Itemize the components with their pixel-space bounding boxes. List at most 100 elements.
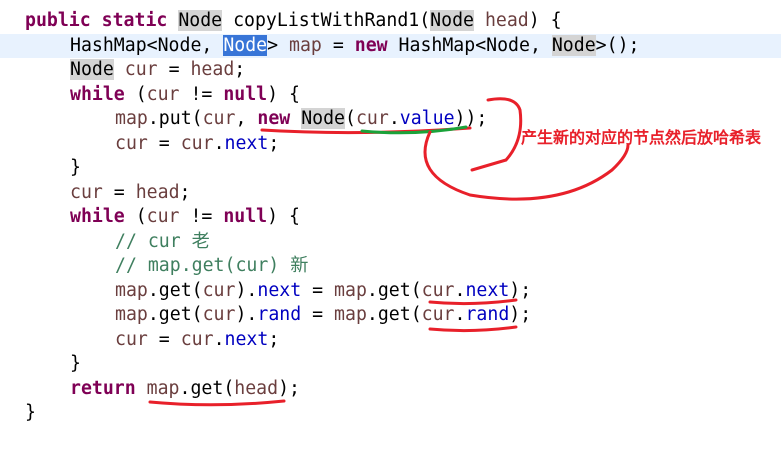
code-text: map.get(cur).rand = map.get(cur.rand); (115, 303, 531, 328)
code-token: copyListWithRand1( (222, 10, 431, 31)
code-line[interactable]: cur = cur.next; (0, 328, 781, 353)
code-token: ( (124, 83, 147, 105)
code-line[interactable]: cur = head; (0, 181, 781, 206)
code-text: } (25, 401, 36, 426)
code-token: map (289, 34, 322, 56)
code-line[interactable]: } (0, 156, 781, 181)
code-token: return (70, 377, 136, 399)
code-token: Node (551, 34, 596, 56)
code-token: = (301, 304, 335, 325)
code-line[interactable]: // map.get(cur) 新 (0, 254, 781, 279)
code-token: ( (124, 206, 147, 227)
code-line[interactable]: } (0, 352, 781, 377)
code-line[interactable]: map.get(cur).rand = map.get(cur.rand); (0, 303, 781, 328)
code-token: > (267, 34, 290, 56)
code-token: } (70, 157, 81, 178)
code-token: .get( (366, 279, 422, 301)
code-token: .get( (147, 304, 203, 325)
code-token: = (321, 34, 355, 56)
code-token: Node (178, 10, 223, 31)
code-token: ; (179, 181, 191, 203)
code-token: next (465, 279, 510, 301)
code-token: , (235, 108, 258, 129)
code-token: cur (115, 328, 148, 350)
code-token: value (399, 108, 455, 129)
code-token: >(); (595, 34, 640, 56)
code-line[interactable]: } (0, 401, 781, 426)
code-line[interactable]: while (cur != null) { (0, 205, 781, 230)
code-token: = (147, 328, 181, 350)
code-token: } (70, 353, 81, 374)
code-text: cur = cur.next; (115, 132, 279, 157)
code-token: while (70, 206, 125, 227)
code-token: ). (235, 279, 258, 301)
code-token: != (179, 83, 224, 105)
code-token: ). (235, 304, 258, 325)
code-token: ); (278, 377, 300, 399)
code-token: next (224, 132, 269, 154)
code-token: cur (180, 328, 214, 350)
code-token: static (101, 10, 168, 31)
code-token: new (257, 108, 291, 129)
code-text: while (cur != null) { (70, 205, 300, 230)
code-editor[interactable]: public static Node copyListWithRand1(Nod… (0, 0, 781, 452)
code-line[interactable]: HashMap<Node, Node> map = new HashMap<No… (0, 33, 781, 59)
code-text: HashMap<Node, Node> map = new HashMap<No… (70, 34, 639, 59)
code-token: ) { (267, 83, 300, 105)
code-token: new (354, 34, 388, 56)
code-line[interactable]: public static Node copyListWithRand1(Nod… (0, 9, 781, 34)
code-line[interactable]: while (cur != null) { (0, 83, 781, 108)
code-token: cur (421, 279, 455, 301)
code-text: } (70, 352, 81, 377)
code-text: // map.get(cur) 新 (115, 254, 308, 279)
code-token: while (70, 83, 125, 105)
code-text: Node cur = head; (70, 58, 245, 83)
code-token: head (234, 377, 279, 399)
code-token: = (157, 59, 191, 80)
code-token: . (388, 108, 400, 129)
code-token: Node (70, 59, 114, 80)
code-token: ; (268, 132, 280, 154)
code-token: null (223, 206, 268, 227)
code-text: cur = head; (70, 181, 190, 206)
code-token: cur (202, 108, 236, 129)
code-token: map (146, 377, 180, 399)
code-line[interactable]: Node cur = head; (0, 58, 781, 83)
code-token: } (25, 402, 36, 423)
code-token: ) { (528, 10, 562, 31)
code-token: = (102, 181, 136, 203)
code-token: . (213, 132, 225, 154)
code-token: map (115, 108, 148, 129)
code-token: cur (202, 304, 236, 325)
code-token: ; (268, 328, 280, 350)
code-token: ); (509, 304, 532, 325)
code-token: rand (257, 304, 302, 325)
code-token: map (334, 279, 367, 301)
code-token: // cur 老 (115, 230, 210, 252)
code-token: ); (509, 279, 532, 301)
code-token: Node (301, 108, 345, 129)
code-token: head (135, 181, 180, 203)
code-token: . (454, 304, 466, 325)
code-token: )); (454, 108, 488, 129)
code-line[interactable]: return map.get(head); (0, 377, 781, 402)
code-token: HashMap<Node, (70, 34, 224, 56)
code-token: ; (234, 59, 246, 80)
code-token: cur (355, 108, 389, 129)
code-token: map (115, 304, 148, 325)
code-token: cur (421, 304, 455, 325)
code-text: map.put(cur, new Node(cur.value)); (115, 107, 487, 132)
code-text: cur = cur.next; (115, 328, 279, 353)
code-line[interactable]: // cur 老 (0, 230, 781, 255)
code-token: null (223, 83, 268, 105)
code-token: cur (115, 132, 148, 154)
code-token: head (484, 10, 529, 31)
code-line[interactable]: map.get(cur).next = map.get(cur.next); (0, 279, 781, 304)
code-token: cur (202, 279, 236, 301)
code-text: public static Node copyListWithRand1(Nod… (25, 9, 562, 34)
